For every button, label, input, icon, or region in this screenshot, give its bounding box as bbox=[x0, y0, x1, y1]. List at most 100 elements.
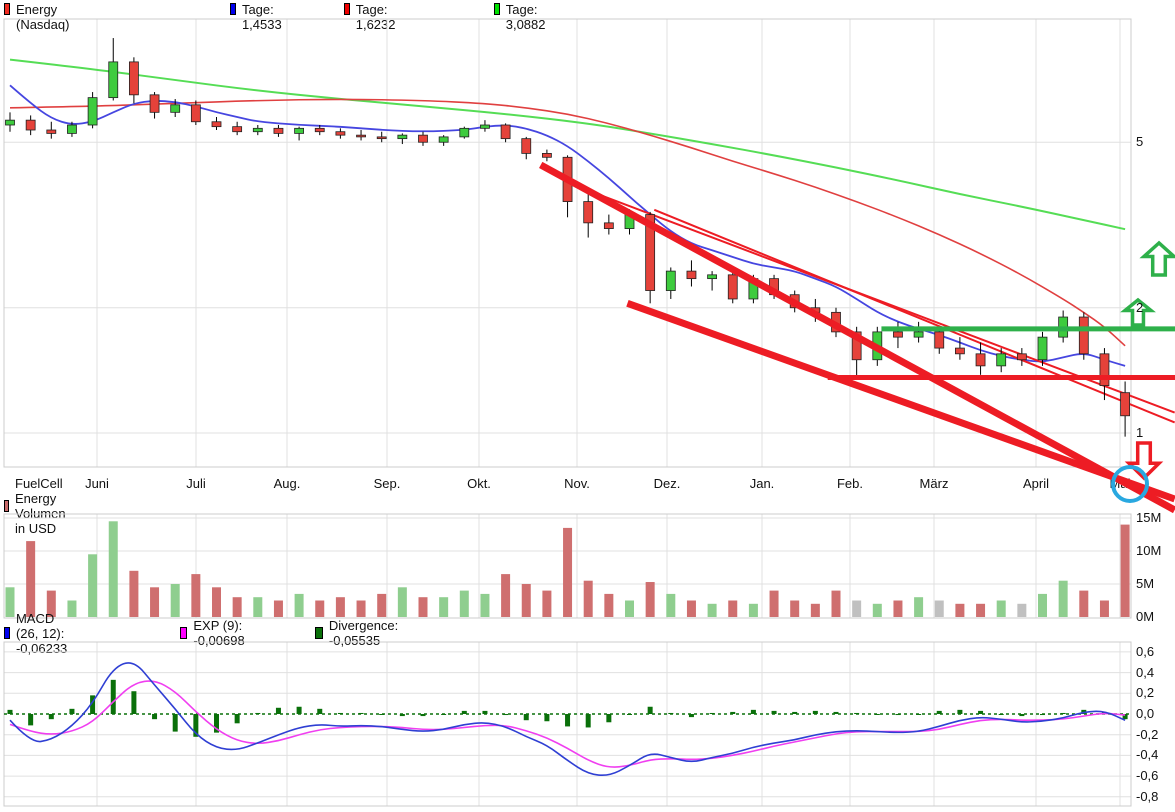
month-label-feb: Feb. bbox=[837, 476, 863, 491]
candle-up bbox=[295, 128, 304, 133]
divergence-bar bbox=[152, 714, 157, 719]
month-label-nov: Nov. bbox=[564, 476, 590, 491]
volume-bar bbox=[26, 541, 35, 617]
candle-down bbox=[129, 62, 138, 95]
month-label-juli: Juli bbox=[186, 476, 206, 491]
divergence-bar bbox=[916, 714, 921, 715]
volume-bar bbox=[233, 597, 242, 617]
divergence-bar bbox=[255, 713, 260, 714]
x-axis-month-labels: JuniJuliAug.Sep.Okt.Nov.Dez.Jan.Feb.März… bbox=[0, 470, 1175, 494]
candle-up bbox=[708, 275, 717, 279]
divergence-bar bbox=[937, 711, 942, 714]
volume-bar bbox=[88, 554, 97, 617]
divergence-bar bbox=[751, 710, 756, 714]
candle-up bbox=[914, 332, 923, 337]
divergence-bar bbox=[710, 713, 715, 714]
volume-bar bbox=[357, 601, 366, 618]
candle-down bbox=[357, 135, 366, 137]
candle-down bbox=[274, 128, 283, 133]
divergence-bar bbox=[111, 680, 116, 714]
candle-down bbox=[150, 95, 159, 112]
divergence-bar bbox=[173, 714, 178, 732]
candle-down bbox=[687, 271, 696, 279]
candle-down bbox=[542, 153, 551, 157]
candle-down bbox=[1121, 393, 1130, 416]
volume-bar bbox=[914, 597, 923, 617]
volume-bar bbox=[811, 604, 820, 617]
month-label-dez: Dez. bbox=[654, 476, 681, 491]
volume-bar bbox=[935, 601, 944, 618]
price-chart-panel bbox=[0, 18, 1175, 468]
volume-bar bbox=[274, 601, 283, 618]
month-label-april: April bbox=[1023, 476, 1049, 491]
divergence-bar bbox=[441, 714, 446, 715]
volume-bar bbox=[336, 597, 345, 617]
divergence-bar bbox=[131, 691, 136, 714]
divergence-bar bbox=[606, 714, 611, 722]
volume-bar bbox=[150, 587, 159, 617]
legend-swatch-icon bbox=[4, 500, 9, 512]
divergence-bar bbox=[648, 707, 653, 714]
divergence-bar bbox=[668, 713, 673, 714]
divergence-bar bbox=[999, 714, 1004, 715]
volume-bar bbox=[1059, 581, 1068, 617]
volume-bar bbox=[377, 594, 386, 617]
volume-bar bbox=[460, 591, 469, 617]
legend-swatch-icon bbox=[4, 3, 10, 15]
divergence-bar bbox=[565, 714, 570, 726]
candle-up bbox=[749, 279, 758, 299]
candle-down bbox=[604, 223, 613, 229]
candle-up bbox=[873, 332, 882, 360]
divergence-bar bbox=[813, 711, 818, 714]
divergence-bar bbox=[338, 713, 343, 714]
divergence-bar bbox=[235, 714, 240, 723]
candle-down bbox=[976, 354, 985, 366]
volume-bar bbox=[1017, 604, 1026, 617]
divergence-bar bbox=[49, 714, 54, 719]
divergence-bar bbox=[627, 714, 632, 715]
divergence-bar bbox=[28, 714, 33, 725]
candle-down bbox=[1079, 317, 1088, 354]
volume-bar bbox=[770, 591, 779, 617]
divergence-bar bbox=[379, 714, 384, 715]
candle-up bbox=[398, 135, 407, 139]
divergence-bar bbox=[400, 714, 405, 716]
candle-down bbox=[377, 137, 386, 139]
volume-bar bbox=[522, 584, 531, 617]
divergence-bar bbox=[957, 710, 962, 714]
divergence-bar bbox=[792, 712, 797, 714]
candle-down bbox=[1017, 354, 1026, 360]
candle-down bbox=[728, 275, 737, 299]
legend-swatch-icon bbox=[4, 627, 10, 639]
divergence-bar bbox=[524, 714, 529, 720]
candle-down bbox=[26, 120, 35, 130]
volume-bar bbox=[955, 604, 964, 617]
candle-down bbox=[563, 157, 572, 201]
volume-bar bbox=[708, 604, 717, 617]
divergence-bar bbox=[544, 714, 549, 721]
candle-down bbox=[893, 332, 902, 337]
divergence-bar bbox=[1040, 714, 1045, 715]
divergence-bar bbox=[317, 709, 322, 714]
candle-up bbox=[6, 120, 15, 125]
month-label-jan: Jan. bbox=[750, 476, 775, 491]
divergence-bar bbox=[730, 712, 735, 714]
candle-down bbox=[233, 127, 242, 132]
legend-swatch-icon bbox=[180, 627, 187, 639]
volume-bar bbox=[997, 601, 1006, 618]
up-arrow-inner-icon bbox=[1125, 300, 1151, 325]
divergence-bar bbox=[421, 714, 426, 716]
volume-bar bbox=[625, 601, 634, 618]
month-label-mrz: März bbox=[920, 476, 949, 491]
volume-bar bbox=[852, 601, 861, 618]
volume-bar bbox=[832, 591, 841, 617]
candle-down bbox=[584, 202, 593, 223]
divergence-bar bbox=[1061, 713, 1066, 714]
divergence-bar bbox=[834, 712, 839, 714]
volume-bar bbox=[687, 601, 696, 618]
candle-up bbox=[109, 62, 118, 98]
volume-bar bbox=[398, 587, 407, 617]
volume-bar bbox=[419, 597, 428, 617]
legend-swatch-icon bbox=[230, 3, 236, 15]
candle-down bbox=[790, 295, 799, 308]
